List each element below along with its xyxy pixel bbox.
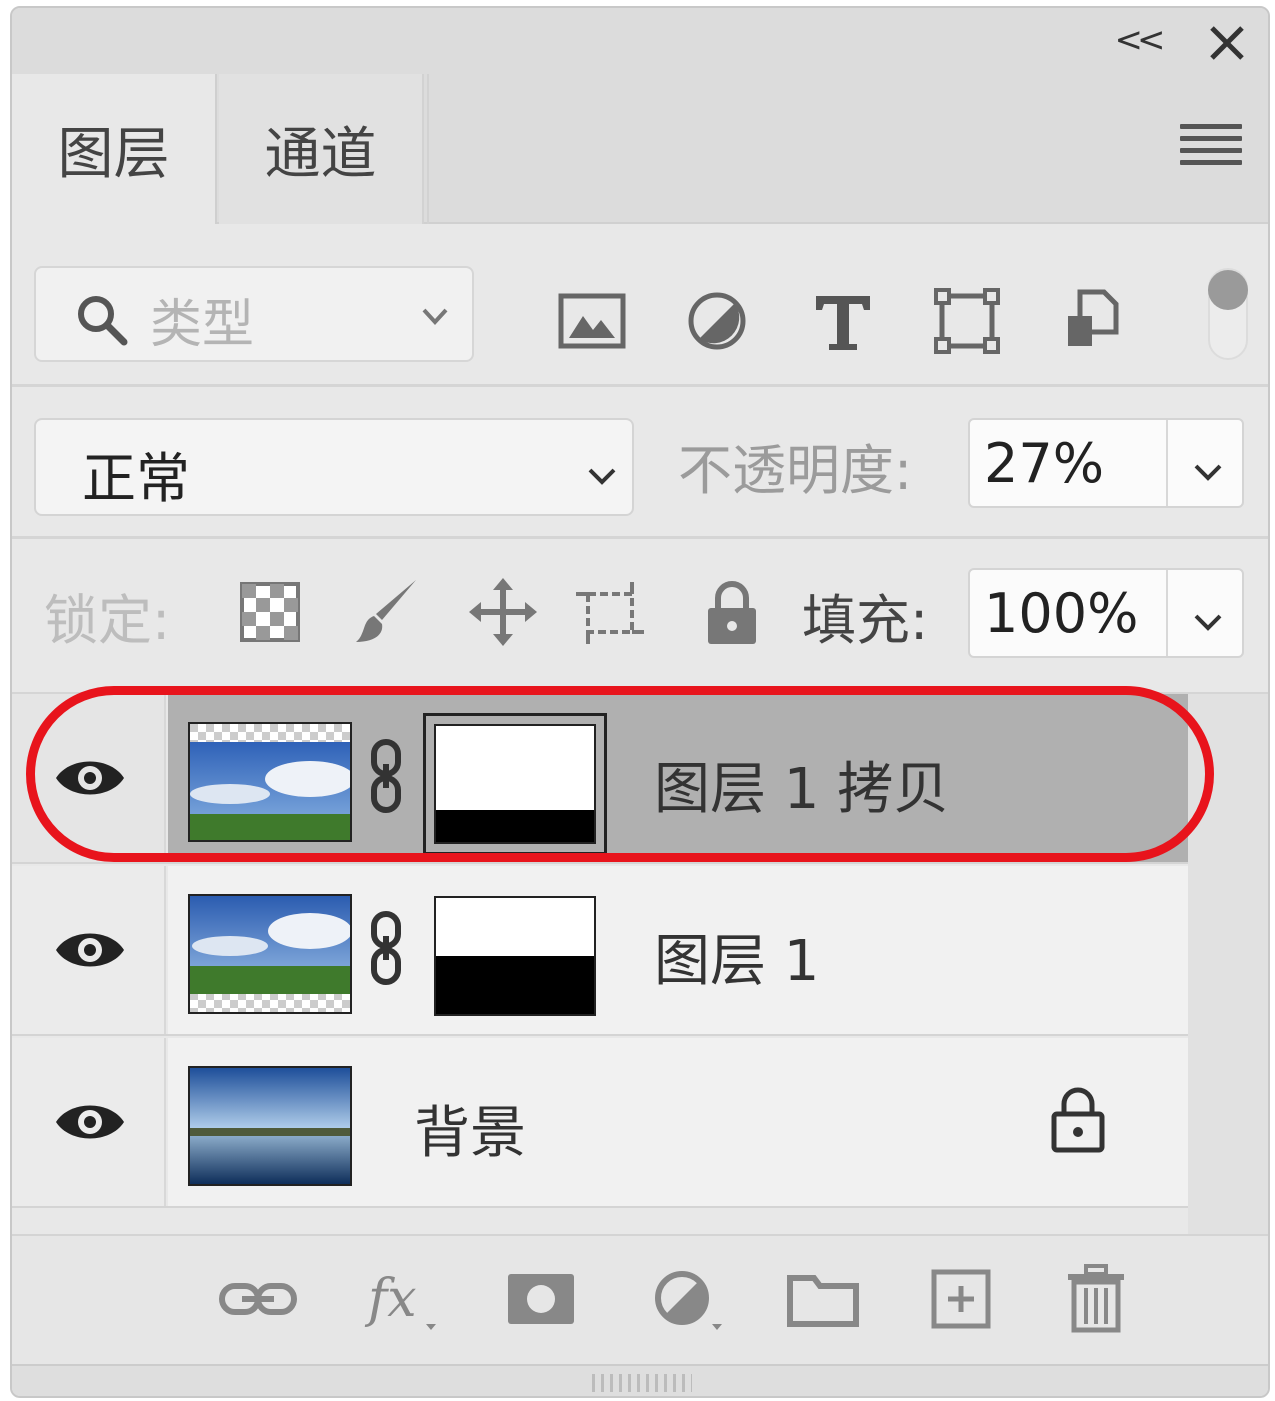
layer-body[interactable]: 图层 1 <box>168 866 1188 1034</box>
lock-all-icon[interactable] <box>696 576 768 648</box>
layer-row[interactable]: 背景 <box>12 1038 1188 1208</box>
blend-mode-value: 正常 <box>82 447 190 510</box>
menu-icon <box>1180 124 1242 129</box>
fx-icon[interactable]: fx <box>362 1264 442 1334</box>
menu-icon-line <box>1180 148 1242 153</box>
opacity-field[interactable]: 27% <box>968 418 1244 508</box>
lock-paint-icon[interactable] <box>352 576 424 648</box>
lock-label: 锁定: <box>44 589 171 652</box>
fill-label: 填充: <box>802 589 929 652</box>
chevron-down-icon[interactable] <box>1192 610 1224 634</box>
shape-filter-icon[interactable] <box>932 286 1002 356</box>
visibility-cell[interactable] <box>12 1038 166 1206</box>
tab-layers[interactable]: 图层 <box>12 74 217 224</box>
lock-icon[interactable] <box>1048 1084 1108 1154</box>
lock-artboard-icon[interactable] <box>574 576 646 648</box>
field-separator <box>1166 570 1168 656</box>
layer-thumbnail-image <box>190 1068 350 1184</box>
collapse-panel-button[interactable]: << <box>1112 20 1166 60</box>
layer-row[interactable]: 图层 1 <box>12 866 1188 1036</box>
close-icon <box>1210 26 1244 60</box>
panel-title-bar: << <box>12 8 1268 74</box>
fill-field[interactable]: 100% <box>968 568 1244 658</box>
field-separator <box>1166 420 1168 506</box>
delete-icon[interactable] <box>1058 1264 1138 1334</box>
opacity-label: 不透明度: <box>678 439 913 502</box>
lock-position-icon[interactable] <box>467 576 539 648</box>
search-icon <box>78 296 128 346</box>
tab-channels[interactable]: 通道 <box>219 74 424 224</box>
menu-icon-line <box>1180 136 1242 141</box>
layer-thumbnail <box>188 894 352 1014</box>
layer-filter-dropdown[interactable]: 类型 <box>34 266 474 362</box>
image-filter-icon[interactable] <box>557 286 627 356</box>
fill-value[interactable]: 100% <box>984 582 1138 645</box>
chevron-down-icon[interactable] <box>1192 460 1224 484</box>
type-filter-icon[interactable] <box>808 286 878 356</box>
chevron-down-icon <box>588 468 616 485</box>
layer-name[interactable]: 背景 <box>414 1088 526 1169</box>
filter-type-label: 类型 <box>150 295 255 355</box>
panel-tabs: 图层 通道 <box>12 74 1268 224</box>
divider <box>12 384 1268 387</box>
filter-toggle-knob <box>1208 270 1248 310</box>
chevron-down-icon <box>422 308 448 325</box>
svg-text:fx: fx <box>364 1269 417 1329</box>
layers-panel: << 图层 通道 类型 正常 不透明度: 27% 锁定: 填充: 100% 图层… <box>10 6 1270 1398</box>
layer-thumbnail <box>188 1066 352 1186</box>
blend-mode-dropdown[interactable]: 正常 <box>34 418 634 516</box>
resize-grip[interactable] <box>12 1364 1268 1396</box>
new-group-icon[interactable] <box>784 1264 864 1334</box>
adjustment-filter-icon[interactable] <box>682 286 752 356</box>
layer-thumbnail-image <box>190 896 350 1012</box>
adjustment-layer-icon[interactable] <box>646 1264 726 1334</box>
opacity-value[interactable]: 27% <box>984 432 1104 495</box>
layer-mask-thumbnail[interactable] <box>434 896 596 1016</box>
smart-object-filter-icon[interactable] <box>1058 286 1128 356</box>
menu-icon-line <box>1180 160 1242 165</box>
mask-black-region <box>436 956 594 1014</box>
visibility-cell[interactable] <box>12 866 166 1034</box>
link-layers-icon[interactable] <box>218 1264 298 1334</box>
layer-body[interactable]: 背景 <box>168 1038 1188 1206</box>
new-layer-icon[interactable] <box>920 1264 1000 1334</box>
divider <box>12 536 1268 539</box>
eye-icon[interactable] <box>54 926 126 974</box>
layer-name[interactable]: 图层 1 <box>654 916 819 997</box>
panel-menu-button[interactable] <box>1180 124 1242 170</box>
link-chain-icon[interactable] <box>366 908 406 988</box>
grip-icon <box>592 1374 692 1392</box>
highlight-annotation <box>26 686 1214 862</box>
eye-icon[interactable] <box>54 1098 126 1146</box>
close-panel-button[interactable] <box>1202 20 1252 64</box>
tab-divider <box>427 74 429 224</box>
add-mask-icon[interactable] <box>502 1264 582 1334</box>
lock-transparent-icon[interactable] <box>234 576 306 648</box>
